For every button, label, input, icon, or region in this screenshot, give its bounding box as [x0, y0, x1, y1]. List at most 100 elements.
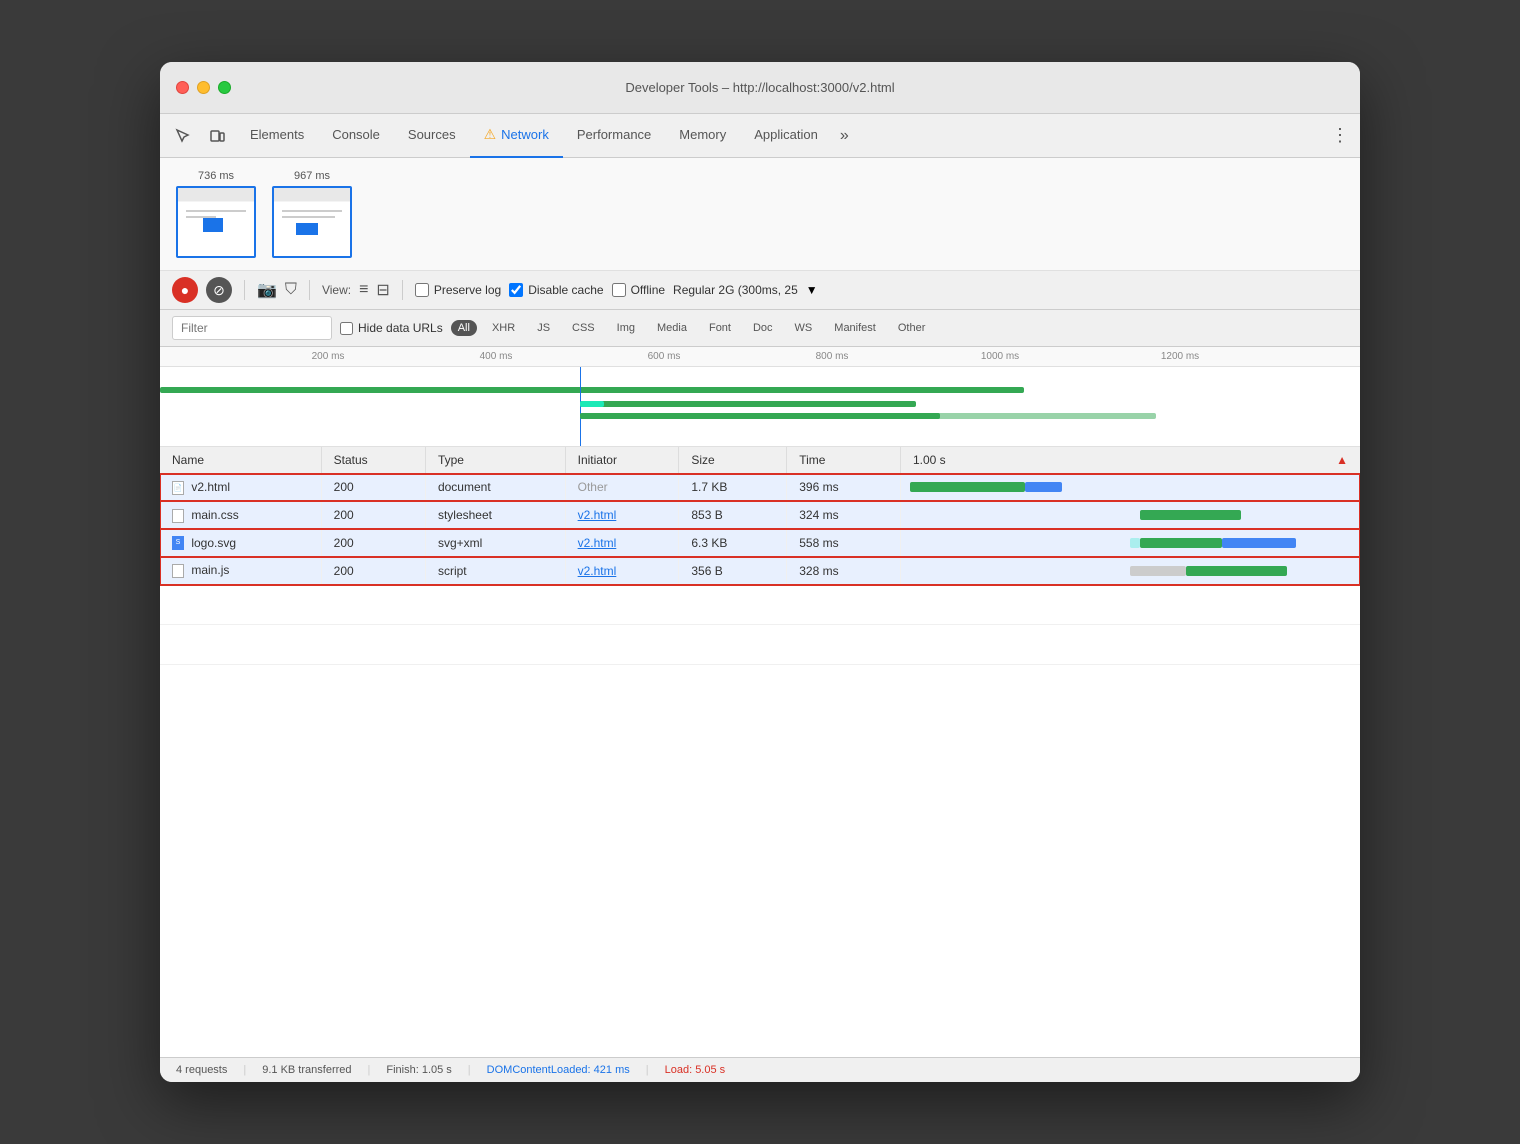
- filter-ws-button[interactable]: WS: [788, 320, 820, 336]
- screenshot-thumb-1[interactable]: [176, 186, 256, 258]
- col-initiator[interactable]: Initiator: [565, 447, 679, 474]
- toolbar-separator-1: [244, 280, 245, 300]
- filter-css-button[interactable]: CSS: [565, 320, 602, 336]
- disable-cache-checkbox[interactable]: [509, 283, 523, 297]
- filter-media-button[interactable]: Media: [650, 320, 694, 336]
- screenshot-item-1[interactable]: 736 ms: [176, 170, 256, 258]
- wf-bar-green: [1140, 510, 1241, 520]
- cell-time: 558 ms: [787, 529, 901, 557]
- devtools-menu-button[interactable]: ⋮: [1328, 124, 1352, 148]
- wf-bar-green: [1186, 566, 1287, 576]
- network-table: Name Status Type Initiator Size Time 1.0…: [160, 447, 1360, 1057]
- throttle-arrow[interactable]: ▼: [806, 283, 818, 297]
- ruler-tick-1000: 1000 ms: [981, 351, 1019, 362]
- timeline-area: 200 ms 400 ms 600 ms 800 ms 1000 ms 1200…: [160, 347, 1360, 447]
- filter-button[interactable]: ⛉: [285, 281, 297, 299]
- tab-performance[interactable]: Performance: [563, 114, 665, 158]
- cell-name: S logo.svg: [160, 529, 321, 557]
- col-name[interactable]: Name: [160, 447, 321, 474]
- filter-doc-button[interactable]: Doc: [746, 320, 780, 336]
- cell-time: 396 ms: [787, 474, 901, 502]
- cell-initiator: v2.html: [565, 557, 679, 585]
- file-svg-icon: S: [172, 536, 184, 550]
- inspect-element-button[interactable]: [168, 121, 198, 151]
- filter-all-button[interactable]: All: [451, 320, 477, 336]
- offline-checkbox[interactable]: [612, 283, 626, 297]
- view-list-button[interactable]: ≡: [359, 281, 368, 299]
- screenshot-time-1: 736 ms: [198, 170, 234, 182]
- record-button[interactable]: ●: [172, 277, 198, 303]
- preserve-log-checkbox[interactable]: [415, 283, 429, 297]
- disable-cache-toggle[interactable]: Disable cache: [509, 283, 603, 297]
- cell-status: 200: [321, 529, 425, 557]
- status-load: Load: 5.05 s: [665, 1064, 726, 1076]
- timeline-blue-marker: [580, 367, 581, 447]
- screenshot-item-2[interactable]: 967 ms: [272, 170, 352, 258]
- table-row[interactable]: main.js 200 script v2.html 356 B 328 ms: [160, 557, 1360, 585]
- col-type[interactable]: Type: [425, 447, 565, 474]
- tab-sources[interactable]: Sources: [394, 114, 470, 158]
- throttle-select[interactable]: Regular 2G (300ms, 25: [673, 283, 798, 297]
- camera-button[interactable]: 📷: [257, 280, 277, 300]
- table-row[interactable]: 📄 v2.html 200 document Other 1.7 KB 396 …: [160, 474, 1360, 502]
- tab-network[interactable]: ⚠ Network: [470, 114, 563, 158]
- window-title: Developer Tools – http://localhost:3000/…: [625, 80, 894, 95]
- tab-application[interactable]: Application: [740, 114, 832, 158]
- cell-initiator: Other: [565, 474, 679, 502]
- timeline-bar-resource-1: [580, 401, 916, 407]
- cell-initiator: v2.html: [565, 529, 679, 557]
- filter-js-button[interactable]: JS: [530, 320, 557, 336]
- requests-table: Name Status Type Initiator Size Time 1.0…: [160, 447, 1360, 665]
- hide-data-urls-checkbox[interactable]: [340, 322, 353, 335]
- tab-console[interactable]: Console: [318, 114, 394, 158]
- table-row[interactable]: main.css 200 stylesheet v2.html 853 B 32…: [160, 501, 1360, 529]
- tab-memory[interactable]: Memory: [665, 114, 740, 158]
- preserve-log-toggle[interactable]: Preserve log: [415, 283, 501, 297]
- cell-waterfall: [900, 474, 1360, 502]
- col-size[interactable]: Size: [679, 447, 787, 474]
- filter-img-button[interactable]: Img: [610, 320, 642, 336]
- devtools-window: Developer Tools – http://localhost:3000/…: [160, 62, 1360, 1082]
- table-row-empty: [160, 585, 1360, 625]
- cell-name: 📄 v2.html: [160, 474, 321, 502]
- filter-manifest-button[interactable]: Manifest: [827, 320, 883, 336]
- cell-name: main.css: [160, 501, 321, 529]
- cell-waterfall: [900, 501, 1360, 529]
- view-group-button[interactable]: ⊟: [376, 280, 389, 300]
- table-row[interactable]: S logo.svg 200 svg+xml v2.html 6.3 KB 55…: [160, 529, 1360, 557]
- cell-size: 6.3 KB: [679, 529, 787, 557]
- filter-xhr-button[interactable]: XHR: [485, 320, 522, 336]
- filter-font-button[interactable]: Font: [702, 320, 738, 336]
- status-finish: Finish: 1.05 s: [386, 1064, 451, 1076]
- hide-data-urls-toggle[interactable]: Hide data URLs: [340, 321, 443, 335]
- screenshot-thumb-2[interactable]: [272, 186, 352, 258]
- cell-type: document: [425, 474, 565, 502]
- device-toolbar-button[interactable]: [202, 121, 232, 151]
- maximize-button[interactable]: [218, 81, 231, 94]
- toolbar-separator-2: [309, 280, 310, 300]
- ruler-tick-800: 800 ms: [816, 351, 849, 362]
- tab-elements[interactable]: Elements: [236, 114, 318, 158]
- clear-button[interactable]: ⊘: [206, 277, 232, 303]
- network-toolbar: ● ⊘ 📷 ⛉ View: ≡ ⊟ Preserve log Disable c…: [160, 271, 1360, 310]
- minimize-button[interactable]: [197, 81, 210, 94]
- filter-input[interactable]: [172, 316, 332, 340]
- timeline-bar-green: [160, 387, 1024, 393]
- offline-toggle[interactable]: Offline: [612, 283, 665, 297]
- col-time[interactable]: Time: [787, 447, 901, 474]
- close-button[interactable]: [176, 81, 189, 94]
- table-header-row: Name Status Type Initiator Size Time 1.0…: [160, 447, 1360, 474]
- timeline-ruler: 200 ms 400 ms 600 ms 800 ms 1000 ms 1200…: [160, 347, 1360, 367]
- cell-type: stylesheet: [425, 501, 565, 529]
- status-domcontentloaded[interactable]: DOMContentLoaded: 421 ms: [487, 1064, 630, 1076]
- cell-size: 853 B: [679, 501, 787, 529]
- col-waterfall[interactable]: 1.00 s ▲: [900, 447, 1360, 474]
- ruler-tick-1200: 1200 ms: [1161, 351, 1199, 362]
- status-bar: 4 requests | 9.1 KB transferred | Finish…: [160, 1057, 1360, 1082]
- cell-status: 200: [321, 474, 425, 502]
- file-css-icon: [172, 509, 184, 523]
- status-transferred: 9.1 KB transferred: [262, 1064, 351, 1076]
- filter-other-button[interactable]: Other: [891, 320, 933, 336]
- more-tabs-button[interactable]: »: [832, 127, 857, 145]
- col-status[interactable]: Status: [321, 447, 425, 474]
